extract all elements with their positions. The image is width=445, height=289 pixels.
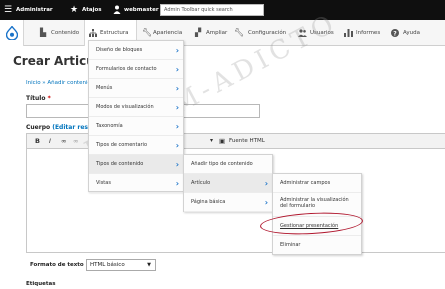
menu-item-label: Artículo <box>191 180 211 186</box>
chevron-right-icon: › <box>175 122 179 131</box>
svg-text:?: ? <box>393 30 397 37</box>
drupal-drop-icon <box>6 26 18 40</box>
title-label-text: Título <box>26 95 46 102</box>
menu-item-label: Eliminar <box>280 242 301 248</box>
manage-button[interactable]: Administrar <box>16 0 53 20</box>
page-icon: ▙ <box>40 28 47 37</box>
chevron-right-icon: › <box>175 179 179 188</box>
source-icon: ▣ <box>219 137 226 145</box>
menu-item-delete[interactable]: Eliminar <box>273 236 361 255</box>
menu-item-taxonomy[interactable]: Taxonomía › <box>89 117 183 136</box>
menu-item-basic-page[interactable]: Página básica › <box>184 193 272 212</box>
question-icon: ? <box>391 20 399 46</box>
menu-item-label: Página básica <box>191 199 226 205</box>
page-title: Crear Articul <box>13 54 99 68</box>
user-button[interactable]: webmaster <box>124 0 159 20</box>
user-icon[interactable] <box>113 0 121 20</box>
body-label-text: Cuerpo <box>26 124 51 131</box>
content-types-menu: Añadir tipo de contenido Artículo › Pági… <box>183 154 273 212</box>
toolbar-item-contenido[interactable]: Contenido <box>51 20 79 46</box>
menu-item-article[interactable]: Artículo › <box>184 174 272 193</box>
menu-item-add-content-type[interactable]: Añadir tipo de contenido <box>184 155 272 174</box>
chevron-right-icon: › <box>175 141 179 150</box>
chevron-right-icon: › <box>175 65 179 74</box>
menu-item-contact-forms[interactable]: Formularios de contacto › <box>89 60 183 79</box>
chevron-right-icon: › <box>175 84 179 93</box>
wrench-icon: 🔧︎ <box>234 28 245 37</box>
title-label: Título * <box>26 95 51 102</box>
menu-item-label: Administrar la visualización del formula… <box>280 197 349 209</box>
chevron-right-icon: › <box>175 46 179 55</box>
menu-item-block-layout[interactable]: Diseño de bloques › <box>89 41 183 60</box>
source-html-button[interactable]: Fuente HTML <box>229 134 265 148</box>
menu-item-view-modes[interactable]: Modos de visualización › <box>89 98 183 117</box>
admin-search-input[interactable]: Admin Toolbar quick search <box>160 4 264 16</box>
menu-item-label: Añadir tipo de contenido <box>191 161 253 167</box>
breadcrumb[interactable]: Inicio » Añadir contenido <box>26 80 94 86</box>
menu-item-views[interactable]: Vistas › <box>89 174 183 193</box>
menu-item-label: Vistas <box>96 180 111 186</box>
format-select[interactable]: HTML básico ▼ <box>86 259 156 271</box>
menu-item-label: Taxonomía <box>96 123 123 129</box>
toolbar-item-ampliar[interactable]: Ampliar <box>206 20 227 46</box>
menu-item-label: Formularios de contacto <box>96 66 157 72</box>
required-mark: * <box>47 95 51 102</box>
menu-item-comment-types[interactable]: Tipos de comentario › <box>89 136 183 155</box>
tags-label: Etiquetas <box>26 281 56 287</box>
menu-item-label: Tipos de comentario <box>96 142 148 148</box>
menu-item-menus[interactable]: Menús › <box>89 79 183 98</box>
unlink-icon[interactable]: ∞ <box>73 134 78 148</box>
menu-item-label: Menús <box>96 85 113 91</box>
menu-item-label: Modos de visualización <box>96 104 154 110</box>
hamburger-icon[interactable]: ☰ <box>4 0 12 20</box>
chevron-right-icon: › <box>175 103 179 112</box>
link-icon[interactable]: ∞ <box>61 134 66 148</box>
format-label: Formato de texto <box>30 262 84 268</box>
menu-item-label: Diseño de bloques <box>96 47 143 53</box>
drupal-logo-button[interactable] <box>0 20 24 46</box>
menu-item-manage-fields[interactable]: Administrar campos <box>273 174 361 193</box>
chevron-down-icon[interactable]: ▾ <box>210 134 213 148</box>
chevron-right-icon: › <box>175 160 179 169</box>
chevron-right-icon: › <box>264 179 268 188</box>
toolbar-tray: ▙ Contenido Estructura 🔧︎ Apariencia ▞ A… <box>0 20 445 46</box>
format-select-value: HTML básico <box>90 262 125 268</box>
menu-item-content-types[interactable]: Tipos de contenido › <box>89 155 183 174</box>
puzzle-icon: ▞ <box>195 28 202 37</box>
menu-item-label: Tipos de contenido <box>96 161 144 167</box>
star-icon[interactable]: ★ <box>70 0 78 20</box>
structure-menu: Diseño de bloques › Formularios de conta… <box>88 40 184 193</box>
italic-button[interactable]: I <box>49 134 51 148</box>
chevron-down-icon: ▼ <box>147 262 151 268</box>
menu-item-label: Administrar campos <box>280 180 331 186</box>
toolbar-item-ayuda[interactable]: Ayuda <box>403 20 420 46</box>
shortcuts-button[interactable]: Atajos <box>82 0 102 20</box>
chevron-right-icon: › <box>264 198 268 207</box>
bold-button[interactable]: B <box>35 134 40 148</box>
